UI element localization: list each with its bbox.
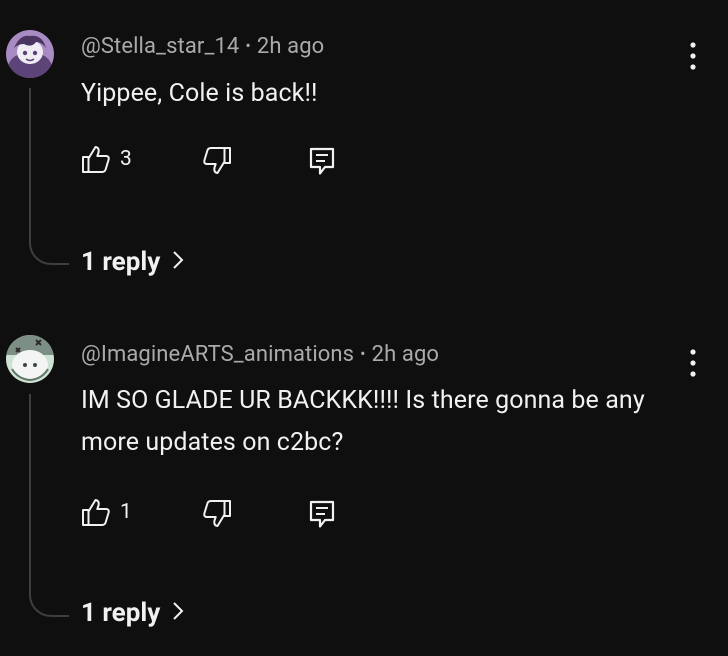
separator-dot: • <box>245 36 251 55</box>
like-button[interactable]: 3 <box>80 143 132 175</box>
view-replies-button[interactable]: 1 reply <box>81 247 184 277</box>
thumbs-down-icon <box>203 500 231 527</box>
avatar[interactable] <box>6 30 54 78</box>
like-button[interactable]: 1 <box>80 496 132 528</box>
view-replies-button[interactable]: 1 reply <box>81 598 184 628</box>
separator-dot: • <box>360 344 366 363</box>
username[interactable]: @Stella_star_14 <box>81 34 239 59</box>
avatar[interactable] <box>6 335 54 383</box>
more-vertical-icon <box>690 42 696 70</box>
thumbs-down-icon <box>203 147 231 174</box>
username[interactable]: @ImagineARTS_animations <box>81 342 354 367</box>
reply-thread-line <box>29 88 69 265</box>
comment-text: IM SO GLADE UR BACKKK!!!! Is there gonna… <box>81 386 645 457</box>
more-vertical-icon <box>690 349 696 377</box>
dislike-button[interactable] <box>201 145 233 177</box>
chevron-right-icon <box>172 598 184 628</box>
like-count: 3 <box>120 147 132 171</box>
thumbs-up-icon <box>82 499 110 526</box>
replies-label: 1 reply <box>81 598 161 628</box>
comment-text: Yippee, Cole is back!! <box>81 79 318 108</box>
like-count: 1 <box>120 500 132 524</box>
comment-meta: @ImagineARTS_animations • 2h ago <box>81 342 439 367</box>
dislike-button[interactable] <box>201 498 233 530</box>
timestamp: 2h ago <box>371 342 440 367</box>
comment-meta: @Stella_star_14 • 2h ago <box>81 34 324 59</box>
more-options-button[interactable] <box>680 343 706 383</box>
reply-thread-line <box>29 394 69 617</box>
more-options-button[interactable] <box>680 36 706 76</box>
chevron-right-icon <box>172 247 184 277</box>
reply-button[interactable] <box>308 499 336 529</box>
reply-icon <box>309 147 335 175</box>
reply-button[interactable] <box>308 146 336 176</box>
thumbs-up-icon <box>82 146 110 173</box>
reply-icon <box>309 500 335 528</box>
replies-label: 1 reply <box>81 247 161 277</box>
timestamp: 2h ago <box>256 34 325 59</box>
